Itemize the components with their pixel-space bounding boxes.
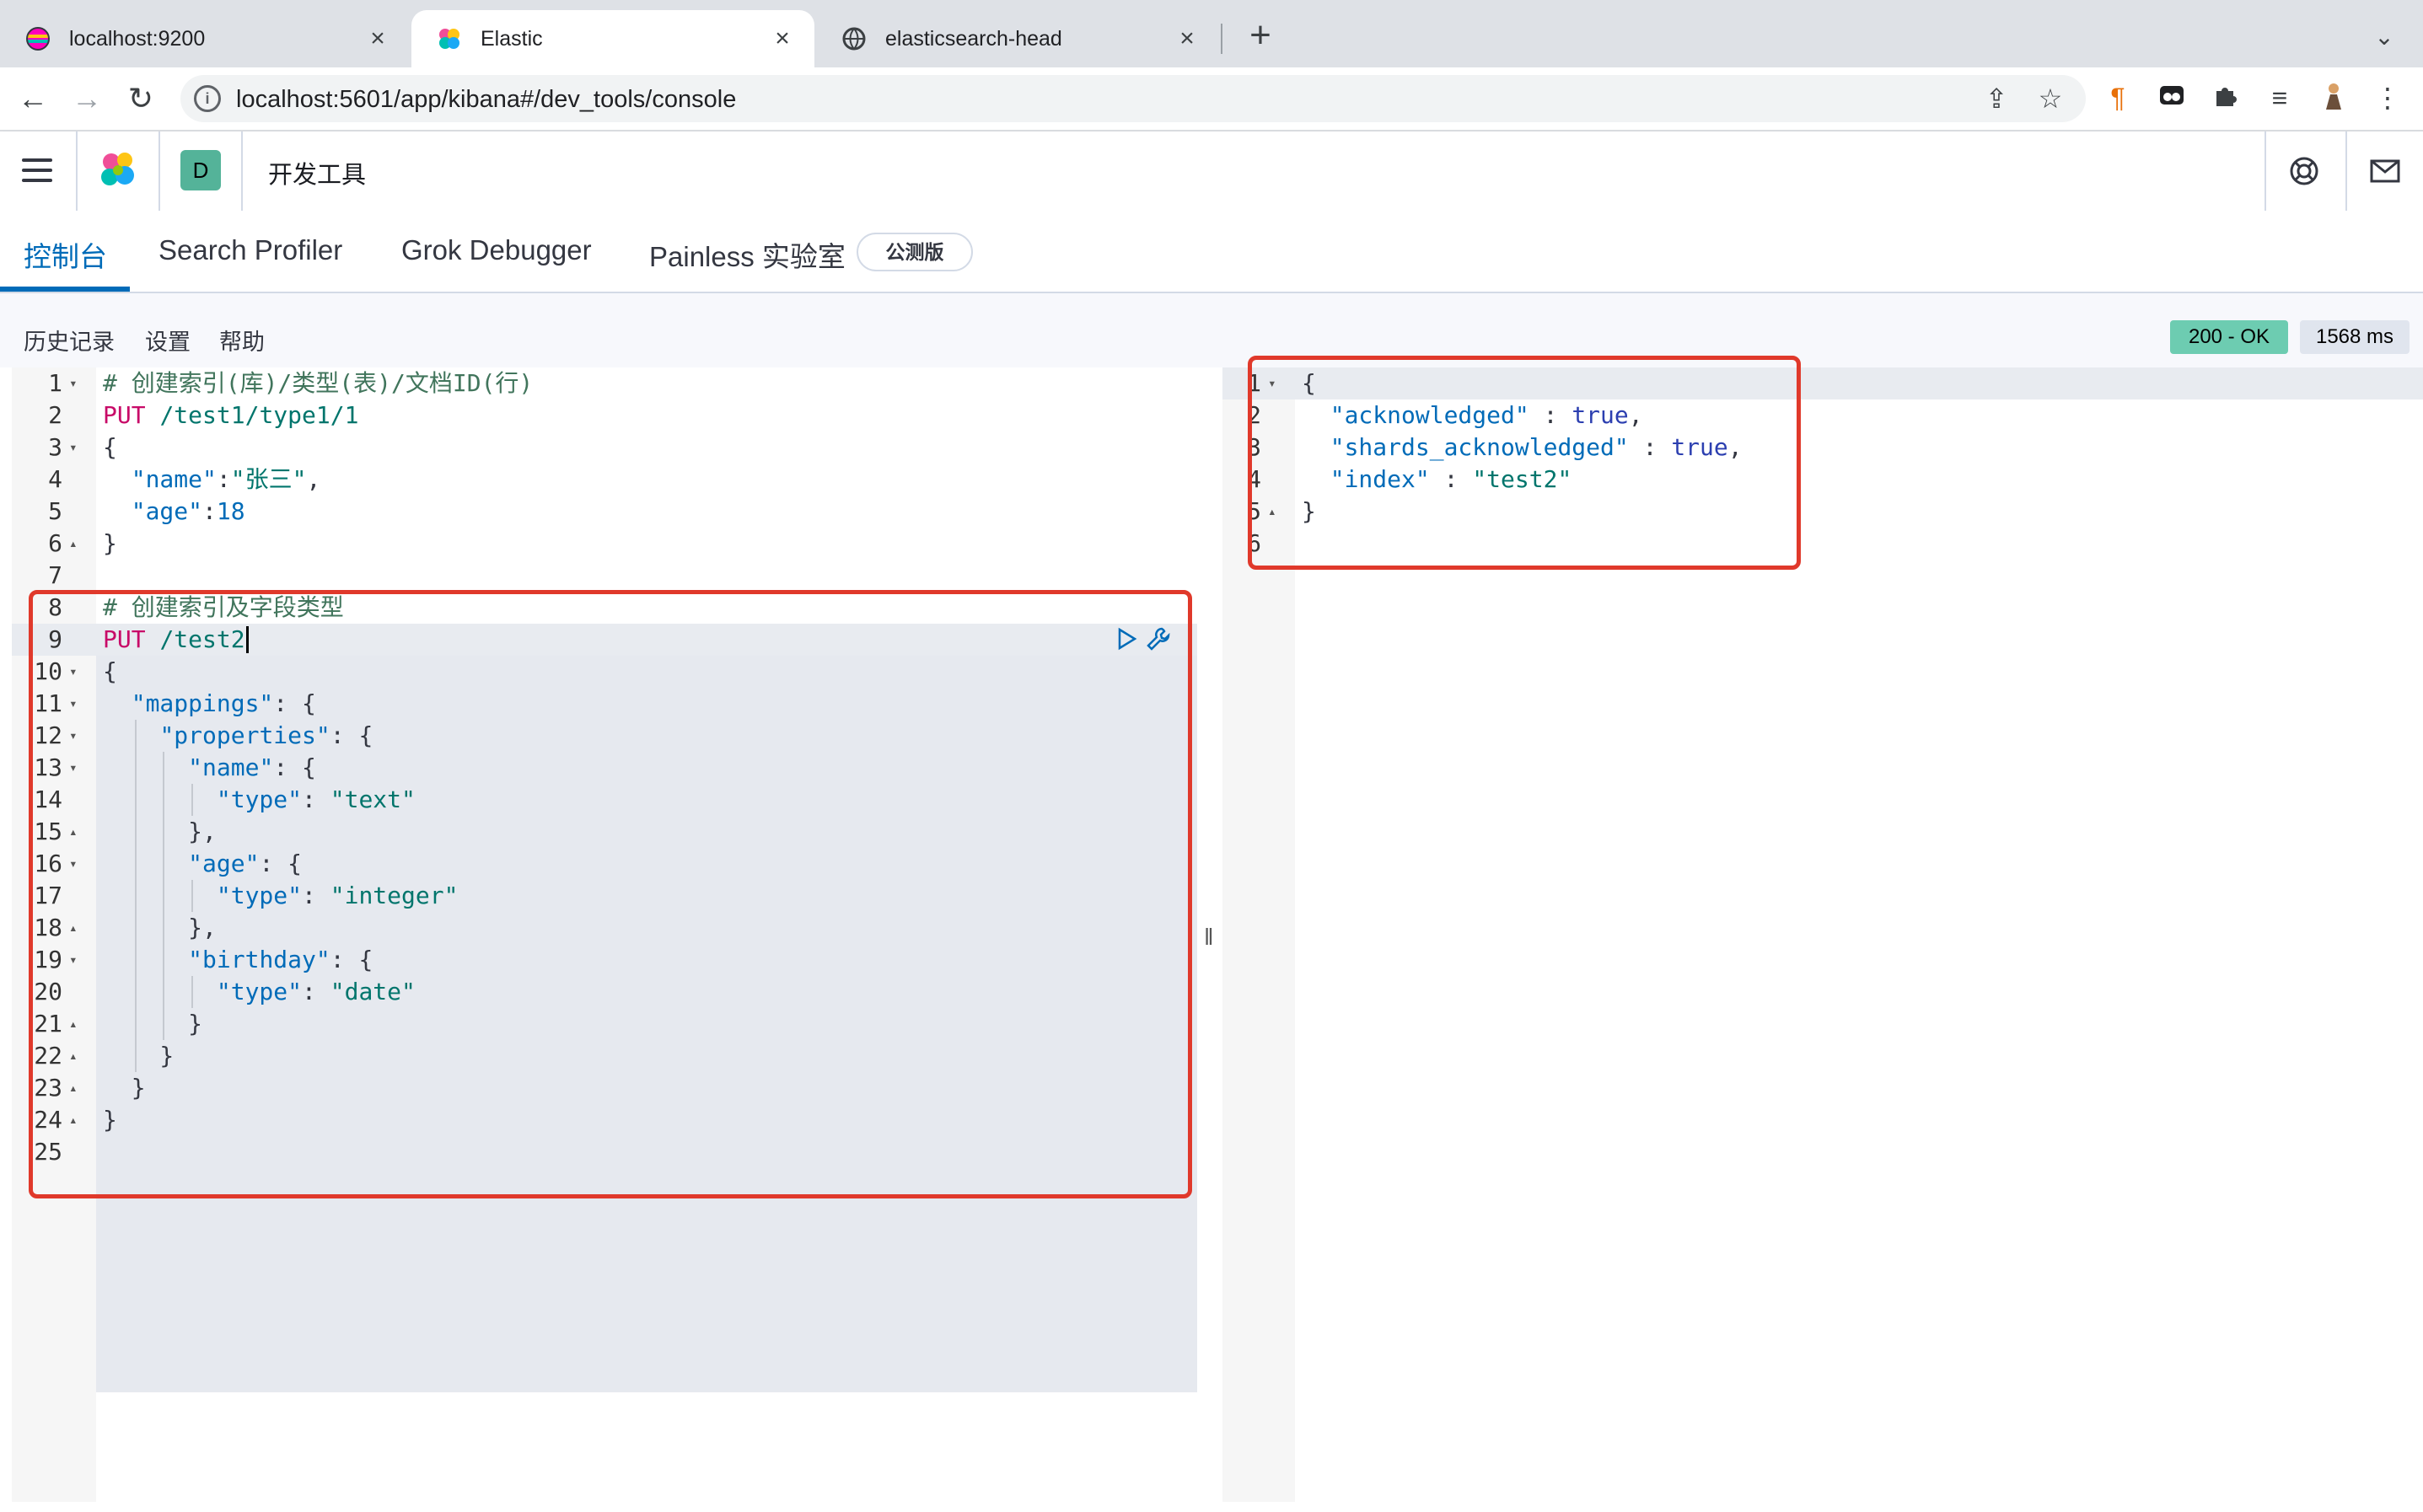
close-tab-icon[interactable]: × [364, 25, 391, 52]
line-number: 3 [48, 433, 62, 461]
code-text: "name":"张三", [131, 465, 321, 493]
pilcrow-extension-icon[interactable]: ¶ [2101, 81, 2135, 115]
tab-console[interactable]: 控制台 [24, 234, 107, 275]
new-tab-button[interactable]: + [1239, 15, 1281, 57]
code-line[interactable]: 1 ▾ # 创建索引(库)/类型(表)/文档ID(行) [12, 367, 1197, 399]
devtools-tabs: 控制台 Search Profiler Grok Debugger Painle… [0, 211, 2423, 293]
request-time-badge: 1568 ms [2300, 320, 2410, 354]
fold-toggle-icon[interactable]: ▴ [69, 528, 78, 560]
tab-search-profiler[interactable]: Search Profiler [158, 234, 342, 266]
code-line[interactable]: 5 "age":18 [12, 496, 1197, 528]
code-text: PUT /test1/type1/1 [103, 401, 359, 429]
code-text: } [103, 529, 117, 557]
line-number: 6 [48, 529, 62, 557]
extension-icon[interactable] [2155, 81, 2189, 115]
forward-arrow-icon[interactable]: → [67, 79, 106, 118]
close-tab-icon[interactable]: × [1174, 25, 1201, 52]
kibana-favicon-icon [437, 26, 462, 51]
header-divider [2265, 131, 2266, 211]
header-divider [2345, 131, 2347, 211]
elastic-favicon-icon [25, 26, 51, 51]
settings-link[interactable]: 设置 [145, 324, 191, 357]
browser-tab-strip: localhost:9200 × Elastic × elasticsearch… [0, 0, 2423, 67]
line-number: 2 [48, 401, 62, 429]
help-link[interactable]: 帮助 [219, 324, 265, 357]
bookmark-star-icon[interactable]: ☆ [2035, 83, 2066, 114]
share-icon[interactable]: ⇪ [1981, 83, 2012, 114]
status-badge: 200 - OK [2170, 320, 2288, 354]
header-divider [241, 131, 243, 211]
code-text: { [103, 433, 117, 461]
tab-search-chevron-icon[interactable]: ⌄ [2367, 20, 2401, 54]
tab-painless-lab[interactable]: Painless 实验室 [649, 234, 846, 275]
code-line[interactable]: 3 ▾ { [12, 432, 1197, 464]
mail-icon[interactable] [2366, 152, 2404, 190]
breadcrumb-app-title: 开发工具 [268, 162, 367, 189]
fold-toggle-icon[interactable]: ▾ [69, 367, 78, 399]
browser-tab-title: localhost:9200 [69, 26, 206, 51]
header-divider [158, 131, 160, 211]
reading-list-icon[interactable]: ≡ [2263, 81, 2297, 115]
code-line[interactable]: 7 [12, 560, 1197, 592]
code-line[interactable]: 6 ▴} [12, 528, 1197, 560]
code-line[interactable]: 4 "name":"张三", [12, 464, 1197, 496]
reload-icon[interactable]: ↻ [121, 79, 160, 118]
profile-avatar-icon[interactable] [2317, 81, 2350, 115]
annotation-box-request [29, 590, 1192, 1198]
globe-icon [841, 26, 867, 51]
selected-tab-indicator [0, 287, 130, 292]
line-number: 7 [48, 561, 62, 589]
fold-toggle-icon[interactable]: ▾ [69, 432, 78, 464]
history-link[interactable]: 历史记录 [24, 324, 115, 357]
tab-separator [1221, 24, 1222, 54]
line-number: 1 [48, 369, 62, 397]
browser-tab-elasticsearch-head[interactable]: elasticsearch-head × [816, 10, 1219, 67]
console-menu: 历史记录 设置 帮助 [0, 293, 2423, 367]
browser-tab-title: elasticsearch-head [885, 26, 1062, 51]
browser-menu-icon[interactable]: ⋮ [2371, 81, 2404, 115]
browser-toolbar: ← → ↻ i localhost:5601/app/kibana#/dev_t… [0, 67, 2423, 131]
resize-handle-icon[interactable]: ‖ [1204, 924, 1214, 951]
close-tab-icon[interactable]: × [769, 25, 796, 52]
menu-hamburger-icon[interactable] [22, 158, 52, 184]
puzzle-extensions-icon[interactable] [2209, 81, 2243, 115]
address-url[interactable]: localhost:5601/app/kibana#/dev_tools/con… [236, 86, 736, 114]
tab-grok-debugger[interactable]: Grok Debugger [401, 234, 592, 266]
beta-badge: 公测版 [857, 233, 973, 271]
code-text: # 创建索引(库)/类型(表)/文档ID(行) [103, 369, 534, 397]
line-number: 5 [48, 497, 62, 525]
site-info-icon[interactable]: i [194, 85, 221, 112]
address-bar[interactable]: i localhost:5601/app/kibana#/dev_tools/c… [180, 75, 2086, 122]
browser-tab-elastic[interactable]: Elastic × [411, 10, 814, 67]
annotation-box-response [1248, 356, 1801, 570]
code-line[interactable]: 2 PUT /test1/type1/1 [12, 399, 1197, 432]
kibana-logo-icon[interactable] [96, 148, 140, 192]
help-icon[interactable] [2285, 152, 2324, 190]
browser-tab-localhost-9200[interactable]: localhost:9200 × [0, 10, 410, 67]
back-arrow-icon[interactable]: ← [13, 79, 52, 118]
browser-tab-title: Elastic [481, 26, 543, 51]
line-number: 4 [48, 465, 62, 493]
space-avatar[interactable]: D [180, 150, 221, 190]
header-divider [76, 131, 78, 211]
code-text: "age":18 [131, 497, 245, 525]
kibana-header: D 开发工具 [0, 131, 2423, 212]
